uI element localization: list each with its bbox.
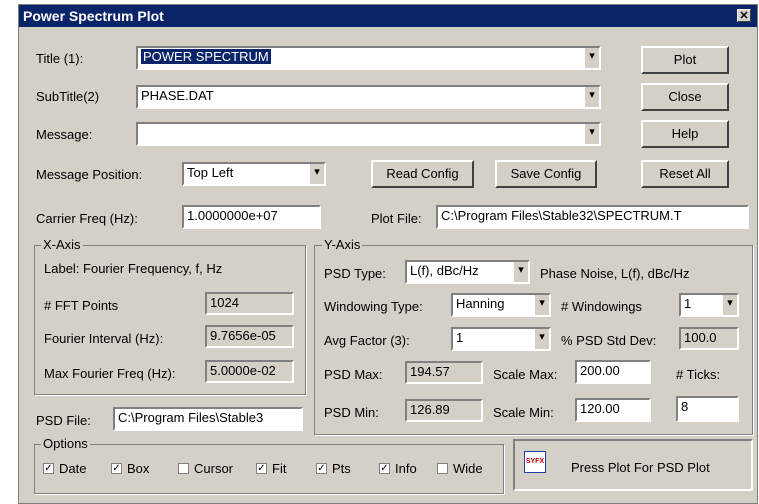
option-cursor-label: Cursor [194, 461, 234, 476]
subtitle-label: SubTitle(2) [36, 89, 100, 104]
windowing-type-value: Hanning [456, 296, 505, 311]
chevron-down-icon[interactable] [722, 295, 737, 315]
message-position-select[interactable]: Top Left [182, 162, 326, 186]
psd-min-value: 126.89 [405, 399, 483, 422]
fft-points-label: # FFT Points [44, 298, 119, 313]
option-pts-checkbox[interactable]: ✓ [316, 463, 327, 474]
option-date-label: Date [59, 461, 87, 476]
options-group [34, 444, 504, 494]
y-axis-group-label: Y-Axis [322, 237, 363, 252]
scale-min-label: Scale Min: [493, 405, 554, 420]
reset-all-button[interactable]: Reset All [641, 160, 729, 188]
scale-max-label: Scale Max: [493, 367, 558, 382]
x-axis-label-text: Label: Fourier Frequency, f, Hz [44, 261, 223, 276]
psd-file-input[interactable]: C:\Program Files\Stable3 [113, 407, 303, 431]
option-fit-checkbox[interactable]: ✓ [256, 463, 267, 474]
option-box-checkbox[interactable]: ✓ [111, 463, 122, 474]
option-pts-label: Pts [332, 461, 351, 476]
psd-std-dev-value: 100.0 [679, 327, 739, 350]
chevron-down-icon[interactable] [584, 124, 599, 144]
psd-std-dev-label: % PSD Std Dev: [561, 333, 657, 348]
psd-max-value: 194.57 [405, 361, 483, 384]
plot-file-label: Plot File: [371, 211, 422, 226]
option-wide-label: Wide [453, 461, 483, 476]
fourier-interval-label: Fourier Interval (Hz): [44, 331, 164, 346]
title-bar: Power Spectrum Plot ✕ [19, 5, 757, 27]
option-cursor-checkbox[interactable] [178, 463, 189, 474]
close-button[interactable]: Close [641, 83, 729, 111]
chevron-down-icon[interactable] [534, 329, 549, 349]
scale-max-input[interactable]: 200.00 [575, 360, 651, 384]
title-label: Title (1): [36, 51, 84, 66]
dialog-window: Power Spectrum Plot ✕ Title (1): POWER S… [18, 4, 758, 504]
x-axis-group-label: X-Axis [41, 237, 83, 252]
title-combobox[interactable]: POWER SPECTRUM [136, 46, 601, 70]
max-fourier-freq-value: 5.0000e-02 [205, 360, 294, 383]
carrier-freq-input[interactable]: 1.0000000e+07 [182, 205, 321, 229]
carrier-freq-label: Carrier Freq (Hz): [36, 211, 138, 226]
message-combobox[interactable] [136, 122, 601, 146]
windowings-label: # Windowings [561, 299, 642, 314]
save-config-button[interactable]: Save Config [495, 160, 597, 188]
psd-min-label: PSD Min: [324, 405, 379, 420]
psd-file-label: PSD File: [36, 413, 91, 428]
max-fourier-freq-label: Max Fourier Freq (Hz): [44, 366, 176, 381]
avg-factor-value: 1 [456, 330, 464, 345]
windowing-type-select[interactable]: Hanning [451, 293, 551, 317]
windowings-value: 1 [684, 296, 692, 311]
help-button[interactable]: Help [641, 120, 729, 148]
avg-factor-select[interactable]: 1 [451, 327, 551, 351]
chevron-down-icon[interactable] [534, 295, 549, 315]
scale-min-input[interactable]: 120.00 [575, 398, 651, 422]
chevron-down-icon[interactable] [513, 262, 528, 282]
message-position-label: Message Position: [36, 167, 143, 182]
fft-points-value: 1024 [205, 292, 294, 315]
windowing-type-label: Windowing Type: [324, 299, 423, 314]
option-box-label: Box [127, 461, 150, 476]
chevron-down-icon[interactable] [309, 164, 324, 184]
chevron-down-icon[interactable] [584, 48, 599, 68]
option-info-label: Info [395, 461, 417, 476]
psd-type-select[interactable]: L(f), dBc/Hz [405, 260, 530, 284]
option-date-checkbox[interactable]: ✓ [43, 463, 54, 474]
windowings-select[interactable]: 1 [679, 293, 739, 317]
psd-type-description: Phase Noise, L(f), dBc/Hz [540, 266, 690, 281]
read-config-button[interactable]: Read Config [371, 160, 474, 188]
window-title: Power Spectrum Plot [23, 8, 164, 24]
psd-type-label: PSD Type: [324, 266, 386, 281]
plot-button[interactable]: Plot [641, 46, 729, 74]
option-wide-checkbox[interactable] [437, 463, 448, 474]
avg-factor-label: Avg Factor (3): [324, 333, 410, 348]
option-fit-label: Fit [272, 461, 287, 476]
options-group-label: Options [41, 436, 90, 451]
message-position-value: Top Left [187, 165, 234, 180]
stable-app-icon: SYFX [524, 451, 546, 473]
fourier-interval-value: 9.7656e-05 [205, 325, 294, 348]
chevron-down-icon[interactable] [584, 87, 599, 107]
option-info-checkbox[interactable]: ✓ [379, 463, 390, 474]
subtitle-combobox[interactable]: PHASE.DAT [136, 85, 601, 109]
plot-file-input[interactable]: C:\Program Files\Stable32\SPECTRUM.T [436, 205, 749, 229]
close-window-button[interactable]: ✕ [737, 9, 751, 22]
psd-max-label: PSD Max: [324, 367, 383, 382]
psd-type-value: L(f), dBc/Hz [410, 263, 479, 278]
status-text: Press Plot For PSD Plot [571, 460, 710, 475]
ticks-input[interactable]: 8 [676, 396, 739, 422]
title-value: POWER SPECTRUM [141, 49, 271, 64]
message-label: Message: [36, 127, 93, 142]
subtitle-value: PHASE.DAT [141, 88, 214, 103]
ticks-label: # Ticks: [676, 367, 721, 382]
